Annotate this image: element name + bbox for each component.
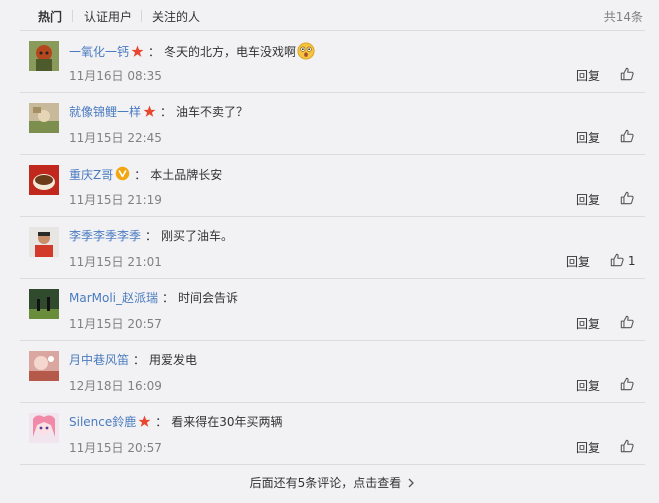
avatar[interactable] xyxy=(29,41,59,71)
reply-button[interactable]: 回复 xyxy=(576,67,600,84)
thumbs-up-icon xyxy=(620,191,634,206)
avatar[interactable] xyxy=(29,413,59,443)
comment-text: 时间会告诉 xyxy=(178,291,239,305)
tab-hot[interactable]: 热门 xyxy=(38,8,62,25)
thumbs-up-icon xyxy=(620,67,634,82)
tab-verified-users[interactable]: 认证用户 xyxy=(84,8,132,25)
comment-time: 11月15日 20:57 xyxy=(69,317,162,331)
thumbs-up-icon xyxy=(620,439,634,454)
comment-text: 刚买了油车。 xyxy=(161,229,234,243)
comment-username[interactable]: Silence鈴鹿 xyxy=(69,415,136,429)
like-button[interactable] xyxy=(620,377,634,393)
thumbs-up-icon xyxy=(620,315,634,330)
chevron-right-icon xyxy=(407,466,415,502)
like-button[interactable] xyxy=(620,129,634,145)
reply-button[interactable]: 回复 xyxy=(576,439,600,456)
thumbs-up-icon xyxy=(610,253,624,268)
star-badge-icon xyxy=(138,415,151,432)
comment-username[interactable]: 李季李季李季 xyxy=(69,229,141,243)
avatar[interactable] xyxy=(29,165,59,195)
comment-item: 就像锦鲤一样：油车不卖了？ 11月15日 22:45 回复 xyxy=(20,92,645,154)
comment-time: 11月15日 22:45 xyxy=(69,131,162,145)
astonished-emoji-icon xyxy=(297,42,315,64)
comment-username[interactable]: 重庆Z哥 xyxy=(69,168,113,182)
avatar[interactable] xyxy=(29,103,59,133)
comment-time: 11月15日 21:01 xyxy=(69,255,162,269)
tab-divider xyxy=(141,10,142,22)
tab-divider xyxy=(72,10,73,22)
avatar[interactable] xyxy=(29,289,59,319)
comment-time: 11月15日 21:19 xyxy=(69,193,162,207)
like-button[interactable] xyxy=(620,315,634,331)
total-comment-count: 共14条 xyxy=(603,10,643,24)
star-badge-icon xyxy=(131,45,144,62)
avatar[interactable] xyxy=(29,227,59,257)
comment-text: 看来得在30年买两辆 xyxy=(171,415,283,429)
load-more-label: 后面还有5条评论，点击查看 xyxy=(249,476,402,490)
like-button[interactable] xyxy=(620,439,634,455)
reply-button[interactable]: 回复 xyxy=(576,315,600,332)
comment-time: 11月15日 20:57 xyxy=(69,441,162,455)
comment-item: 重庆Z哥：本土品牌长安 11月15日 21:19 回复 xyxy=(20,154,645,216)
comment-text: 用爱发电 xyxy=(149,353,198,367)
comment-list: 一氧化一钙：冬天的北方，电车没戏啊 11月16日 08:35 回复 就像锦鲤一样… xyxy=(20,30,645,464)
reply-button[interactable]: 回复 xyxy=(566,253,590,270)
comment-item: Silence鈴鹿：看来得在30年买两辆 11月15日 20:57 回复 xyxy=(20,402,645,464)
comment-text: 冬天的北方，电车没戏啊 xyxy=(164,45,297,59)
load-more-comments-link[interactable]: 后面还有5条评论，点击查看 xyxy=(20,464,645,501)
comment-item: 一氧化一钙：冬天的北方，电车没戏啊 11月16日 08:35 回复 xyxy=(20,30,645,92)
comment-item: 李季李季李季：刚买了油车。 11月15日 21:01 回复 1 xyxy=(20,216,645,278)
comment-username[interactable]: 就像锦鲤一样 xyxy=(69,105,141,119)
avatar[interactable] xyxy=(29,351,59,381)
comment-filter-tabs: 热门 认证用户 关注的人 共14条 xyxy=(0,0,659,30)
like-button[interactable] xyxy=(620,191,634,207)
comment-username[interactable]: MarMoli_赵派瑞 xyxy=(69,291,158,305)
verified-badge-icon xyxy=(115,166,130,185)
reply-button[interactable]: 回复 xyxy=(576,191,600,208)
comment-text: 油车不卖了？ xyxy=(176,105,249,119)
thumbs-up-icon xyxy=(620,129,634,144)
like-button[interactable]: 1 xyxy=(610,253,635,269)
comment-username[interactable]: 一氧化一钙 xyxy=(69,45,129,59)
like-count: 1 xyxy=(627,254,636,268)
reply-button[interactable]: 回复 xyxy=(576,129,600,146)
comment-time: 12月18日 16:09 xyxy=(69,379,162,393)
comment-time: 11月16日 08:35 xyxy=(69,69,162,83)
thumbs-up-icon xyxy=(620,377,634,392)
comment-username[interactable]: 月中巷风笛 xyxy=(69,353,129,367)
reply-button[interactable]: 回复 xyxy=(576,377,600,394)
comment-item: MarMoli_赵派瑞：时间会告诉 11月15日 20:57 回复 xyxy=(20,278,645,340)
comment-text: 本土品牌长安 xyxy=(150,168,223,182)
like-button[interactable] xyxy=(620,67,634,83)
tab-following[interactable]: 关注的人 xyxy=(152,8,200,25)
star-badge-icon xyxy=(143,105,156,122)
comment-item: 月中巷风笛：用爱发电 12月18日 16:09 回复 xyxy=(20,340,645,402)
